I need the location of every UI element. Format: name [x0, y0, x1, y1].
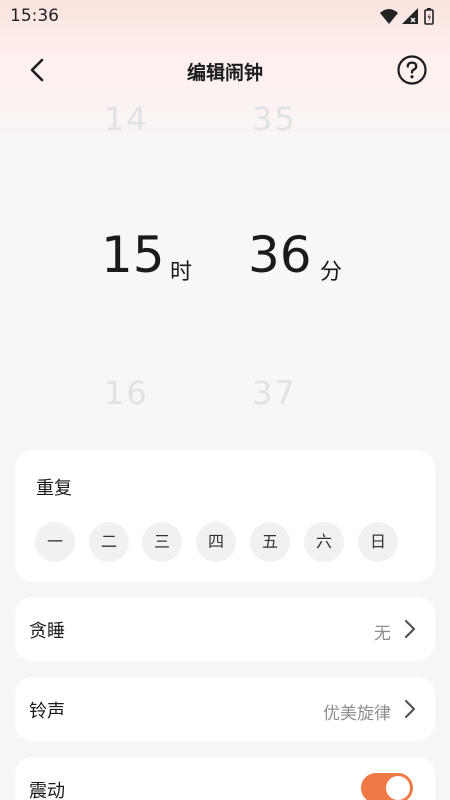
time-picker: 14 15 时 16 35 36 分 37 [0, 100, 450, 430]
hour-unit: 时 [170, 260, 193, 285]
status-icons [378, 6, 440, 26]
ringtone-value: 优美旋律 [323, 704, 391, 724]
snooze-value: 无 [374, 624, 391, 644]
repeat-title: 重复 [36, 478, 72, 499]
chevron-right-icon [404, 619, 416, 639]
day-mon[interactable]: 一 [35, 522, 75, 562]
minute-prev[interactable]: 35 [252, 100, 297, 138]
status-bar: 15:36 [0, 0, 450, 32]
wifi-icon [380, 9, 398, 24]
hour-next[interactable]: 16 [104, 374, 149, 412]
ringtone-row[interactable]: 铃声 优美旋律 [15, 677, 435, 741]
hour-prev[interactable]: 14 [104, 100, 149, 138]
minute-selected[interactable]: 36 [248, 226, 312, 284]
battery-icon [424, 8, 434, 25]
signal-icon [402, 8, 418, 24]
snooze-label: 贪睡 [29, 621, 65, 642]
chevron-right-icon [404, 699, 416, 719]
status-time: 15:36 [10, 6, 59, 26]
vibrate-label: 震动 [29, 781, 65, 800]
day-tue[interactable]: 二 [89, 522, 129, 562]
day-fri[interactable]: 五 [250, 522, 290, 562]
help-icon [397, 55, 427, 85]
hour-selected[interactable]: 15 [101, 226, 165, 284]
snooze-row[interactable]: 贪睡 无 [15, 597, 435, 661]
vibrate-row: 震动 [15, 757, 435, 800]
day-thu[interactable]: 四 [196, 522, 236, 562]
toggle-knob [386, 776, 410, 800]
day-wed[interactable]: 三 [142, 522, 182, 562]
repeat-card: 重复 一 二 三 四 五 六 日 [15, 450, 435, 582]
day-sat[interactable]: 六 [304, 522, 344, 562]
vibrate-toggle[interactable] [361, 773, 413, 800]
minute-unit: 分 [320, 260, 343, 285]
help-button[interactable] [396, 54, 428, 86]
top-app-bar: 编辑闹钟 [0, 48, 450, 92]
page-title: 编辑闹钟 [186, 62, 263, 84]
ringtone-label: 铃声 [29, 701, 65, 722]
minute-next[interactable]: 37 [252, 374, 297, 412]
day-sun[interactable]: 日 [358, 522, 398, 562]
